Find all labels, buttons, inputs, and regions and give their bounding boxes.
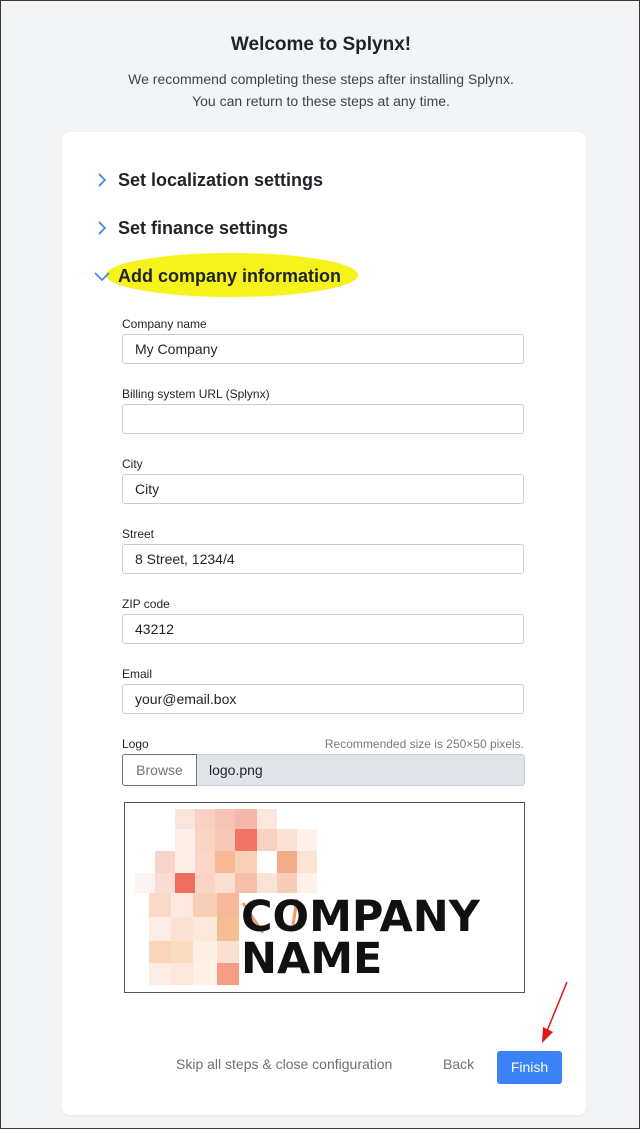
chevron-right-icon — [98, 173, 107, 187]
company-name-input[interactable]: My Company — [122, 334, 524, 364]
billing-url-input[interactable] — [122, 404, 524, 434]
page-title: Welcome to Splynx! — [230, 34, 412, 55]
logo-file-name: logo.png — [197, 754, 525, 786]
logo-preview: COMPANY NAME — [124, 802, 525, 993]
logo-size-hint: Recommended size is 250×50 pixels. — [324, 737, 524, 751]
logo-text-line-2: NAME — [241, 934, 382, 984]
billing-url-label: Billing system URL (Splynx) — [122, 387, 270, 401]
skip-steps-button[interactable]: Skip all steps & close configuration — [176, 1056, 392, 1072]
browse-button[interactable]: Browse — [122, 754, 197, 786]
annotation-arrow-icon — [542, 981, 568, 1043]
section-finance[interactable]: Set finance settings — [93, 213, 288, 243]
chevron-right-icon — [98, 221, 107, 235]
section-company[interactable]: Add company information — [93, 261, 341, 291]
back-button[interactable]: Back — [443, 1056, 474, 1072]
company-name-label: Company name — [122, 317, 207, 331]
subtitle-line-2: You can return to these steps at any tim… — [192, 93, 450, 109]
finish-button[interactable]: Finish — [497, 1051, 562, 1084]
logo-label: Logo — [122, 737, 149, 751]
email-label: Email — [122, 667, 153, 681]
section-label: Add company information — [118, 265, 342, 286]
section-label: Set localization settings — [118, 169, 324, 190]
page-subtitle: We recommend completing these steps afte… — [1, 68, 640, 112]
street-label: Street — [122, 527, 155, 541]
zip-input[interactable]: 43212 — [122, 614, 524, 644]
logo-file-input[interactable]: Browse logo.png — [122, 754, 525, 786]
email-input[interactable]: your@email.box — [122, 684, 524, 714]
logo-image: COMPANY NAME — [135, 809, 481, 985]
chevron-down-icon — [94, 272, 110, 282]
city-input[interactable]: City — [122, 474, 524, 504]
section-localization[interactable]: Set localization settings — [93, 165, 323, 195]
street-input[interactable]: 8 Street, 1234/4 — [122, 544, 524, 574]
city-label: City — [122, 457, 143, 471]
section-label: Set finance settings — [118, 217, 289, 238]
zip-label: ZIP code — [122, 597, 170, 611]
subtitle-line-1: We recommend completing these steps afte… — [128, 71, 514, 87]
